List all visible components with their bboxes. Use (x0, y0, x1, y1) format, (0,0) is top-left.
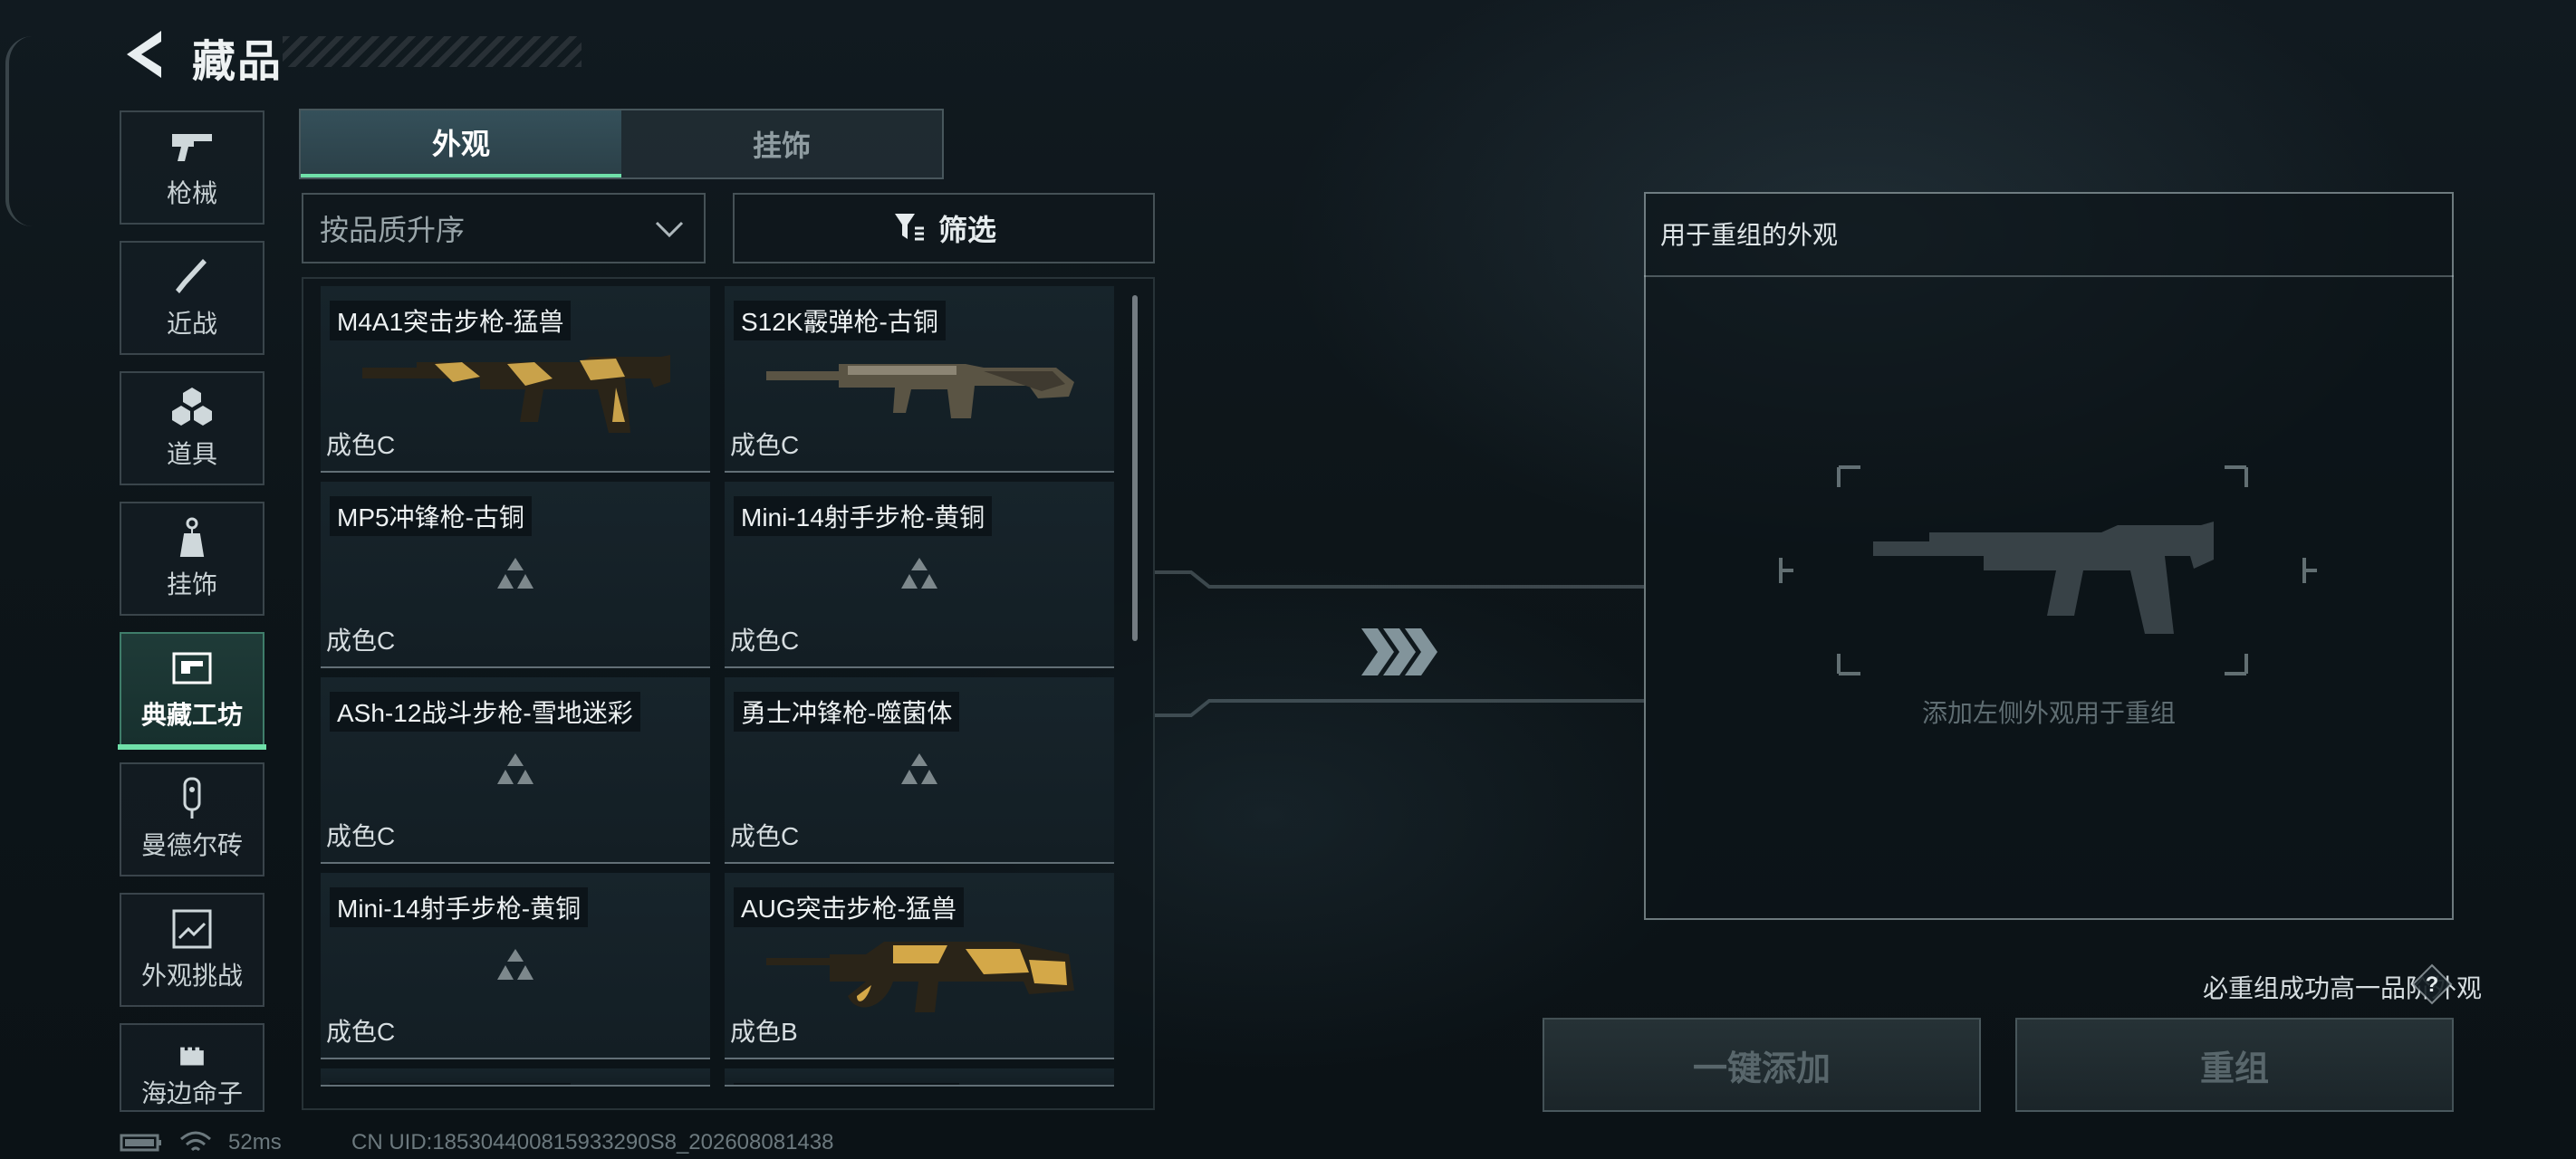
placeholder-logo-icon (901, 753, 937, 784)
sidebar-item-label: 曼德尔砖 (140, 831, 243, 859)
item-name: AUG突击步枪-猛兽 (734, 887, 965, 927)
item-name: M4A1突击步枪-猛兽 (330, 1083, 572, 1085)
placeholder-logo-icon (497, 558, 533, 589)
item-grade: 成色B (730, 1018, 798, 1046)
item-grade: 成色C (730, 822, 800, 850)
uid-label: CN UID:185304400815933290S8_202608081438 (351, 1130, 834, 1154)
item-card[interactable]: Mini-14射手步枪-黄铜成色C (321, 873, 710, 1059)
aug-tiger-icon (766, 942, 1074, 1012)
item-card[interactable]: Mini-14射手步枪-黄铜成色C (725, 482, 1114, 668)
grid-scrollbar[interactable] (1132, 295, 1138, 641)
items-icon (172, 388, 212, 426)
recombine-hint: 添加左侧外观用于重组 (1921, 699, 2176, 727)
item-grade: 成色C (326, 822, 396, 850)
forward-chevrons-icon (1361, 628, 1437, 675)
brick-icon (183, 777, 201, 819)
filter-label: 筛选 (937, 214, 996, 246)
placeholder-logo-icon (497, 949, 533, 980)
sidebar-item-label: 外观挑战 (140, 962, 243, 990)
page-title: 藏品 (192, 38, 284, 86)
connector-lines (1155, 570, 1644, 717)
sidebar-item-label: 近战 (166, 310, 217, 338)
sidebar-item-label: 枪械 (166, 179, 217, 207)
item-name: M4A1突击步枪-猛兽 (330, 301, 572, 340)
item-name: S12K霰弹枪-古铜 (734, 301, 946, 340)
item-grade: 成色C (730, 431, 800, 459)
tab-charms[interactable]: 挂饰 (621, 110, 942, 177)
item-grade: 成色C (326, 431, 396, 459)
item-card[interactable]: S12K霰弹枪-古铜成色C (725, 286, 1114, 473)
sidebar-active-indicator (118, 744, 266, 750)
help-icon[interactable]: ? (2411, 963, 2453, 1005)
tab-appearance[interactable]: 外观 (301, 110, 621, 177)
back-arrow-icon[interactable] (120, 27, 167, 81)
filter-button[interactable]: 筛选 (733, 193, 1155, 263)
item-grade: 成色C (730, 627, 800, 655)
status-bar: 52ms (120, 1130, 282, 1155)
item-card[interactable]: 腾龙突击步枪-古铜 (725, 1068, 1114, 1087)
sidebar-item-workshop[interactable]: 典藏工坊 (120, 632, 264, 746)
sidebar-item-label: 海边命子 (140, 1079, 243, 1107)
recombine-button[interactable]: 重组 (2015, 1018, 2454, 1112)
sort-dropdown[interactable]: 按品质升序 (302, 193, 706, 263)
left-edge-arc (5, 36, 36, 226)
item-name: 勇士冲锋枪-噬菌体 (734, 692, 960, 732)
charm-icon (179, 517, 205, 557)
sidebar-item-label: 挂饰 (166, 570, 217, 599)
sidebar-item-bricks[interactable]: 曼德尔砖 (120, 762, 264, 876)
challenge-icon (172, 909, 212, 949)
chevron-down-icon (655, 221, 684, 238)
guarantee-text: 必重组成功高一品阶外观 (2202, 974, 2482, 1002)
recombine-panel-title: 用于重组的外观 (1644, 192, 2454, 277)
item-name: MP5冲锋枪-古铜 (330, 496, 532, 536)
wifi-icon (180, 1131, 211, 1152)
sidebar-item-items[interactable]: 道具 (120, 371, 264, 485)
title-decoration (283, 36, 582, 67)
add-all-button[interactable]: 一键添加 (1543, 1018, 1981, 1112)
sidebar-item-label: 典藏工坊 (140, 701, 243, 729)
item-name: Mini-14射手步枪-黄铜 (734, 496, 993, 536)
item-card[interactable]: M4A1突击步枪-猛兽 (321, 1068, 710, 1087)
gun-icon (172, 134, 212, 161)
sidebar-item-fort[interactable]: 海边命子 (120, 1023, 264, 1112)
placeholder-logo-icon (497, 753, 533, 784)
rifle-tiger-icon (362, 355, 670, 433)
item-card[interactable]: ASh-12战斗步枪-雪地迷彩成色C (321, 677, 710, 864)
sidebar-item-guns[interactable]: 枪械 (120, 110, 264, 225)
sidebar-item-melee[interactable]: 近战 (120, 241, 264, 355)
item-name: Mini-14射手步枪-黄铜 (330, 887, 589, 927)
ping-label: 52ms (228, 1130, 282, 1154)
knife-icon (176, 259, 207, 293)
rifle-silhouette-icon (1873, 522, 2214, 634)
svg-text:?: ? (2426, 972, 2439, 997)
tab-bar: 外观 挂饰 (299, 109, 944, 179)
sidebar-item-label: 道具 (166, 440, 217, 468)
placeholder-logo-icon (901, 558, 937, 589)
item-name: ASh-12战斗步枪-雪地迷彩 (330, 692, 640, 732)
battery-icon (120, 1134, 161, 1152)
workshop-icon (172, 652, 212, 685)
item-grade: 成色C (326, 1018, 396, 1046)
fort-icon (180, 1047, 204, 1066)
item-card[interactable]: 勇士冲锋枪-噬菌体成色C (725, 677, 1114, 864)
sidebar-item-challenge[interactable]: 外观挑战 (120, 893, 264, 1007)
item-card[interactable]: M4A1突击步枪-猛兽成色C (321, 286, 710, 473)
shotgun-bronze-icon (766, 364, 1074, 418)
filter-icon (894, 214, 924, 241)
item-grade: 成色C (326, 627, 396, 655)
item-card[interactable]: AUG突击步枪-猛兽成色B (725, 873, 1114, 1059)
sidebar-item-charms[interactable]: 挂饰 (120, 502, 264, 616)
item-name: 腾龙突击步枪-古铜 (734, 1083, 960, 1085)
item-card[interactable]: MP5冲锋枪-古铜成色C (321, 482, 710, 668)
sort-label: 按品质升序 (320, 214, 466, 246)
recombine-slot[interactable] (1775, 462, 2322, 679)
